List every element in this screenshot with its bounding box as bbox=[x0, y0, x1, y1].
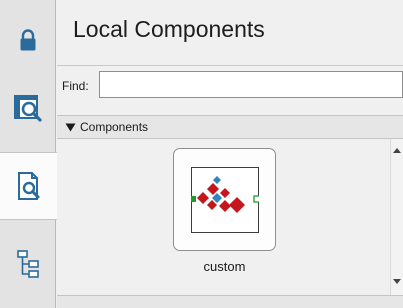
left-tool-rail bbox=[0, 0, 57, 308]
component-label: custom bbox=[203, 259, 246, 274]
find-label: Find: bbox=[62, 79, 89, 93]
section-label: Components bbox=[80, 120, 149, 134]
collapse-triangle-icon[interactable] bbox=[65, 123, 77, 132]
title-divider bbox=[57, 65, 403, 66]
lock-icon bbox=[20, 29, 36, 51]
custom-component-icon bbox=[190, 166, 259, 233]
scroll-down-arrow-icon[interactable] bbox=[393, 279, 401, 285]
local-components-panel: Local Components Find: Components custom bbox=[57, 0, 403, 308]
tree-hierarchy-icon bbox=[17, 250, 39, 278]
document-search-button[interactable] bbox=[0, 152, 57, 220]
lock-button[interactable] bbox=[0, 18, 56, 62]
explore-button[interactable] bbox=[0, 80, 56, 136]
explore-window-icon bbox=[14, 95, 42, 122]
hierarchy-button[interactable] bbox=[0, 236, 56, 292]
components-list: custom bbox=[57, 139, 403, 295]
vertical-scrollbar[interactable] bbox=[390, 139, 403, 295]
document-search-icon bbox=[17, 172, 39, 200]
component-tile-custom[interactable] bbox=[173, 148, 276, 251]
components-section-header[interactable]: Components bbox=[57, 115, 403, 139]
scroll-up-arrow-icon[interactable] bbox=[393, 147, 401, 153]
bottom-section-bar bbox=[57, 295, 403, 308]
panel-title: Local Components bbox=[73, 16, 265, 42]
find-input[interactable] bbox=[99, 71, 403, 98]
